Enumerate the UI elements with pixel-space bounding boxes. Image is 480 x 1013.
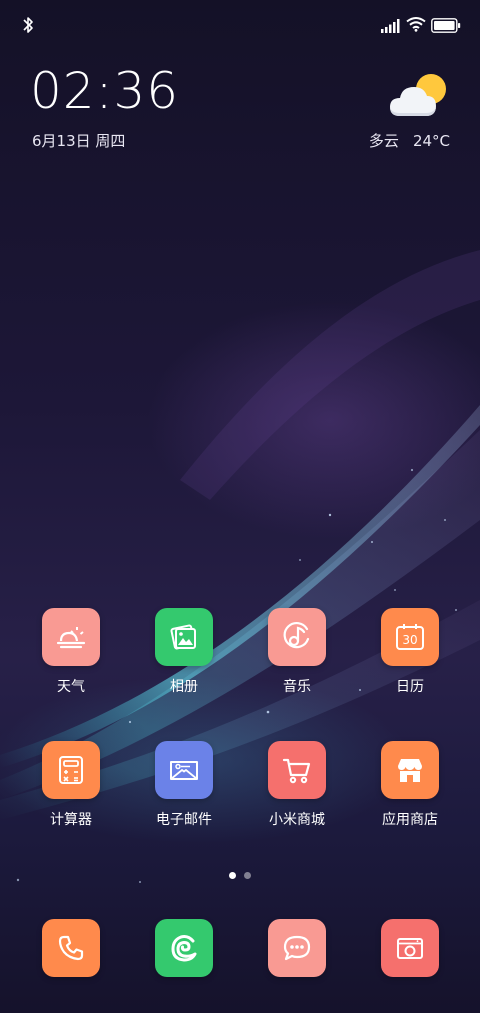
dock-messages[interactable] <box>247 919 347 977</box>
cell-signal-icon <box>381 19 400 33</box>
app-label: 相册 <box>170 679 198 695</box>
app-label: 天气 <box>57 679 85 695</box>
app-label: 小米商城 <box>269 812 325 828</box>
dock-phone[interactable] <box>21 919 121 977</box>
clock-time[interactable]: 02:36 <box>30 62 179 120</box>
messages-icon <box>283 935 311 961</box>
mi-store-app-tile[interactable] <box>268 741 326 799</box>
app-label: 日历 <box>396 679 424 695</box>
email-app-tile[interactable] <box>155 741 213 799</box>
page-indicator-dot-active[interactable] <box>229 872 236 879</box>
app-calculator[interactable]: 计算器 <box>21 741 121 829</box>
calendar-day: 30 <box>402 633 417 647</box>
email-icon <box>170 761 198 780</box>
camera-icon <box>397 938 423 959</box>
weather-icon <box>56 627 86 649</box>
calculator-app-tile[interactable] <box>42 741 100 799</box>
app-app-store[interactable]: 应用商店 <box>360 741 460 829</box>
browser-app-tile[interactable] <box>155 919 213 977</box>
clock-date[interactable]: 6月13日 周四 <box>32 130 125 151</box>
wifi-icon <box>406 17 426 32</box>
gallery-app-tile[interactable] <box>155 608 213 666</box>
dock-browser[interactable] <box>134 919 234 977</box>
weather-temperature: 24°C <box>412 132 450 150</box>
app-weather[interactable]: 天气 <box>21 608 121 696</box>
calendar-icon: 30 <box>396 624 424 650</box>
music-icon <box>283 622 310 649</box>
gallery-icon <box>170 624 196 650</box>
app-store-icon <box>398 759 422 782</box>
app-email[interactable]: 电子邮件 <box>134 741 234 829</box>
weather-widget[interactable]: 多云 24°C <box>369 130 450 151</box>
dock-camera[interactable] <box>360 919 460 977</box>
battery-icon <box>431 18 461 33</box>
page-indicator-dot[interactable] <box>244 872 251 879</box>
app-mi-store[interactable]: 小米商城 <box>247 741 347 829</box>
app-calendar[interactable]: 30 日历 <box>360 608 460 696</box>
weather-condition: 多云 <box>368 132 399 150</box>
camera-app-tile[interactable] <box>381 919 439 977</box>
wallpaper <box>0 0 480 1013</box>
app-label: 电子邮件 <box>156 812 212 828</box>
calculator-icon <box>59 756 83 784</box>
status-bar <box>0 0 480 52</box>
phone-icon <box>58 935 84 961</box>
messages-app-tile[interactable] <box>268 919 326 977</box>
shopping-cart-icon <box>282 758 311 784</box>
browser-icon <box>171 935 197 962</box>
app-gallery[interactable]: 相册 <box>134 608 234 696</box>
app-music[interactable]: 音乐 <box>247 608 347 696</box>
music-app-tile[interactable] <box>268 608 326 666</box>
app-label: 计算器 <box>50 812 92 828</box>
app-store-app-tile[interactable] <box>381 741 439 799</box>
phone-app-tile[interactable] <box>42 919 100 977</box>
app-label: 音乐 <box>283 679 311 695</box>
calendar-app-tile[interactable]: 30 <box>381 608 439 666</box>
weather-app-tile[interactable] <box>42 608 100 666</box>
app-label: 应用商店 <box>382 812 438 828</box>
bluetooth-icon <box>23 17 33 33</box>
partly-cloudy-icon[interactable] <box>386 70 452 124</box>
